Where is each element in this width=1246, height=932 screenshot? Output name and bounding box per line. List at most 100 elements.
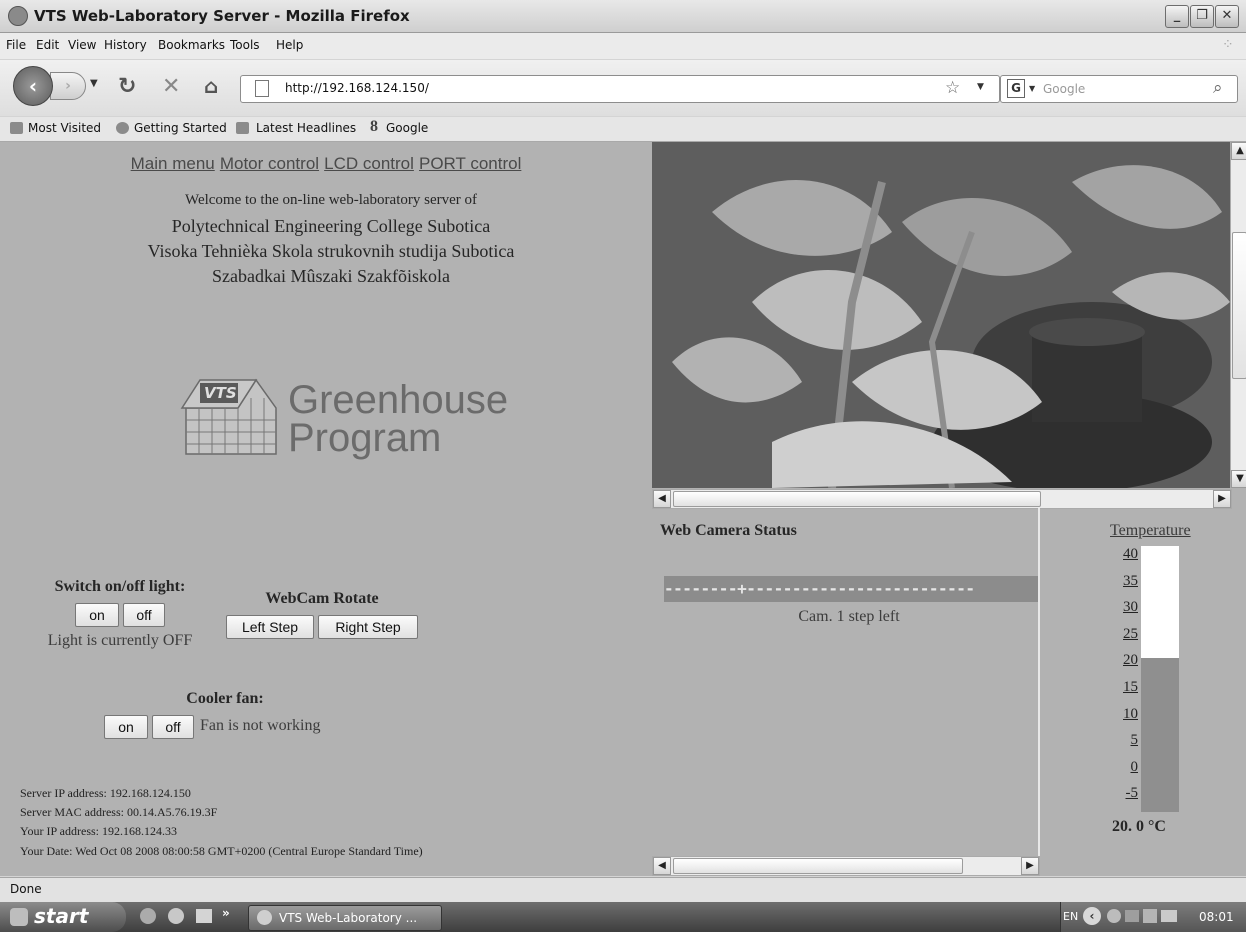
fan-off-button[interactable]: off <box>152 715 194 739</box>
image-vertical-scrollbar[interactable]: ▲ ▼ <box>1230 142 1246 488</box>
greenhouse-logo: VTS Greenhouse Program <box>180 374 525 464</box>
image-hscroll-thumb[interactable] <box>673 491 1041 507</box>
address-url[interactable]: http://192.168.124.150/ <box>285 81 429 95</box>
search-icon[interactable]: ⌕ <box>1213 78 1223 98</box>
client-date: Your Date: Wed Oct 08 2008 08:00:58 GMT+… <box>20 844 423 858</box>
bookmarks-toolbar: Most Visited Getting Started Latest Head… <box>0 117 1246 142</box>
close-button[interactable]: ✕ <box>1215 5 1239 28</box>
menu-history[interactable]: History <box>104 38 147 52</box>
temperature-scale-label[interactable]: 5 <box>1116 732 1139 749</box>
fan-on-button[interactable]: on <box>104 715 148 739</box>
taskbar-task-button[interactable]: VTS Web-Laboratory ... <box>248 905 442 931</box>
menu-edit[interactable]: Edit <box>36 38 59 52</box>
tray-network-icon[interactable] <box>1125 910 1139 922</box>
status-scroll-left-icon[interactable]: ◀ <box>653 857 671 875</box>
light-heading: Switch on/off light: <box>54 578 186 595</box>
temperature-scale-label[interactable]: 10 <box>1116 706 1138 723</box>
minimize-button[interactable]: _ <box>1165 5 1189 28</box>
rss-icon <box>236 122 249 134</box>
temperature-scale-label[interactable]: 35 <box>1116 573 1138 590</box>
task-label: VTS Web-Laboratory ... <box>279 911 418 925</box>
scroll-up-icon[interactable]: ▲ <box>1231 142 1246 160</box>
status-scroll-right-icon[interactable]: ▶ <box>1021 857 1039 875</box>
link-port-control[interactable]: PORT control <box>419 154 521 173</box>
bookmark-google[interactable]: Google <box>386 121 428 135</box>
status-bar: Done <box>0 877 1246 902</box>
tray-expand-icon[interactable]: ‹ <box>1083 907 1101 925</box>
reload-icon[interactable]: ↻ <box>118 74 136 99</box>
temperature-frame: Temperature 40 35 30 25 20 15 10 5 0 -5 20. 0 °C <box>1042 508 1246 876</box>
temperature-reading: 20. 0 °C <box>1112 818 1166 835</box>
temperature-scale-label[interactable]: 20 <box>1116 652 1138 669</box>
server-ip: Server IP address: 192.168.124.150 <box>20 786 191 800</box>
status-horizontal-scrollbar[interactable]: ◀ ▶ <box>652 856 1040 876</box>
server-mac: Server MAC address: 00.14.A5.76.19.3F <box>20 805 218 819</box>
temperature-title[interactable]: Temperature <box>1110 522 1191 540</box>
status-hscroll-thumb[interactable] <box>673 858 963 874</box>
menu-file[interactable]: File <box>6 38 26 52</box>
navigation-toolbar: › ‹ ▼ ↻ ✕ ⌂ http://192.168.124.150/ ☆ ▼ … <box>0 60 1246 116</box>
search-engine-icon[interactable]: G <box>1007 79 1025 98</box>
fan-status: Fan is not working <box>200 717 321 734</box>
temperature-scale-label[interactable]: 30 <box>1116 599 1138 616</box>
link-motor-control[interactable]: Motor control <box>220 154 319 173</box>
quicklaunch-ie-icon[interactable] <box>140 908 156 924</box>
tray-app-icon[interactable] <box>1107 909 1121 923</box>
scroll-left-icon[interactable]: ◀ <box>653 490 671 508</box>
most-visited-icon <box>10 122 23 134</box>
forward-button[interactable]: › <box>50 72 86 100</box>
temperature-scale-label[interactable]: 15 <box>1116 679 1138 696</box>
light-on-button[interactable]: on <box>75 603 119 627</box>
menu-view[interactable]: View <box>68 38 96 52</box>
address-bar[interactable]: http://192.168.124.150/ ☆ ▼ <box>240 75 1000 103</box>
left-step-button[interactable]: Left Step <box>226 615 314 639</box>
image-vscroll-thumb[interactable] <box>1232 232 1246 379</box>
menu-bookmarks[interactable]: Bookmarks <box>158 38 225 52</box>
tray-volume-icon[interactable] <box>1143 909 1157 923</box>
right-step-button[interactable]: Right Step <box>318 615 418 639</box>
start-label: start <box>34 904 89 928</box>
temperature-scale-label[interactable]: -5 <box>1116 785 1139 802</box>
tray-monitor-icon[interactable] <box>1161 910 1177 922</box>
image-horizontal-scrollbar[interactable]: ◀ ▶ <box>652 489 1232 509</box>
main-navigation: Main menu Motor control LCD control PORT… <box>0 154 652 174</box>
menu-tools[interactable]: Tools <box>230 38 260 52</box>
plant-photo-illustration <box>652 142 1230 488</box>
scroll-down-icon[interactable]: ▼ <box>1231 470 1246 488</box>
temperature-scale-label[interactable]: 25 <box>1116 626 1138 643</box>
welcome-line-2: Polytechnical Engineering College Suboti… <box>171 216 491 236</box>
bookmark-star-icon[interactable]: ☆ <box>945 78 960 98</box>
menu-bar: File Edit View History Bookmarks Tools H… <box>0 33 1246 59</box>
url-dropdown-icon[interactable]: ▼ <box>977 82 984 92</box>
start-button[interactable]: start <box>0 902 126 932</box>
cooler-fan-heading: Cooler fan: <box>186 690 264 707</box>
stop-icon[interactable]: ✕ <box>162 74 180 99</box>
link-main-menu[interactable]: Main menu <box>131 154 215 173</box>
quicklaunch-desktop-icon[interactable] <box>196 909 212 923</box>
search-engine-dropdown-icon[interactable]: ▼ <box>1029 84 1035 93</box>
status-text: Done <box>10 882 42 896</box>
bookmark-getting-started[interactable]: Getting Started <box>134 121 227 135</box>
quicklaunch-more-icon[interactable]: » <box>222 906 230 920</box>
temperature-scale-label[interactable]: 40 <box>1116 546 1138 563</box>
quicklaunch-firefox-icon[interactable] <box>168 908 184 924</box>
left-frame: Main menu Motor control LCD control PORT… <box>0 142 652 876</box>
light-off-button[interactable]: off <box>123 603 165 627</box>
webcam-rotate-heading: WebCam Rotate <box>265 590 379 607</box>
maximize-button[interactable]: ❐ <box>1190 5 1214 28</box>
search-box[interactable]: G ▼ Google ⌕ <box>1000 75 1238 103</box>
welcome-line-3: Visoka Tehnièka Skola strukovnih studija… <box>147 241 515 261</box>
scroll-right-icon[interactable]: ▶ <box>1213 490 1231 508</box>
back-button[interactable]: ‹ <box>13 66 53 106</box>
language-indicator[interactable]: EN <box>1063 910 1078 923</box>
temperature-scale-label[interactable]: 0 <box>1116 759 1139 776</box>
history-dropdown-icon[interactable]: ▼ <box>90 78 98 89</box>
bookmark-latest-headlines[interactable]: Latest Headlines <box>256 121 356 135</box>
link-lcd-control[interactable]: LCD control <box>324 154 414 173</box>
home-icon[interactable]: ⌂ <box>204 74 218 98</box>
thermometer-fill <box>1141 658 1179 812</box>
windows-logo-icon <box>10 908 28 926</box>
thermometer-track <box>1141 546 1179 812</box>
bookmark-most-visited[interactable]: Most Visited <box>28 121 101 135</box>
menu-help[interactable]: Help <box>276 38 303 52</box>
